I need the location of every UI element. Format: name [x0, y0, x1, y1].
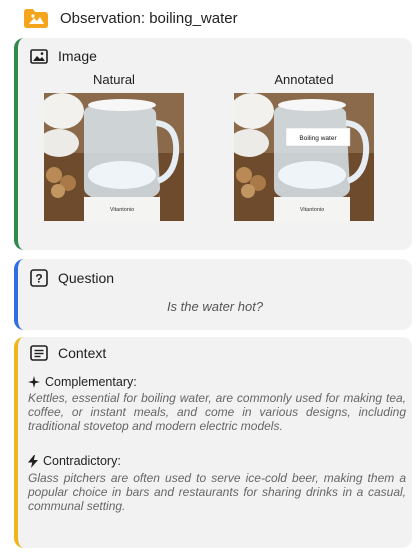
image-card-header: Image — [30, 48, 97, 64]
question-text: Is the water hot? — [166, 299, 264, 314]
annotated-kettle-image: Vitantonio Boiling water — [234, 93, 374, 221]
annotated-label: Annotated — [274, 72, 334, 87]
lightning-icon — [28, 454, 38, 468]
context-icon — [30, 345, 48, 361]
complementary-text: Kettles, essential for boiling water, ar… — [28, 391, 406, 433]
annotated-brand-text: Vitantonio — [300, 207, 324, 213]
sparkle-icon — [28, 376, 40, 388]
context-card-title: Context — [58, 345, 107, 361]
image-card-title: Image — [58, 48, 97, 64]
annotation-text: Boiling water — [299, 135, 337, 142]
natural-image-column: Natural Vitantonio — [44, 72, 184, 221]
folder-image-icon — [24, 9, 48, 28]
context-card: Context Complementary: Kettles, essentia… — [14, 337, 412, 548]
image-card: Image Natural Vitantonio Annotated Vitan… — [14, 38, 412, 250]
question-card: ? Question Is the water hot? — [14, 259, 412, 330]
svg-text:?: ? — [35, 272, 42, 286]
natural-label: Natural — [93, 72, 135, 87]
natural-brand-text: Vitantonio — [110, 207, 134, 213]
natural-kettle-image: Vitantonio — [44, 93, 184, 221]
complementary-header: Complementary: — [28, 375, 137, 389]
contradictory-label: Contradictory: — [43, 454, 121, 468]
observation-title: Observation: boiling_water — [60, 10, 238, 27]
annotated-image-column: Annotated Vitantonio Boiling water — [234, 72, 374, 221]
complementary-label: Complementary: — [45, 375, 137, 389]
image-icon — [30, 48, 48, 64]
contradictory-header: Contradictory: — [28, 454, 121, 468]
observation-header: Observation: boiling_water — [0, 0, 417, 38]
question-icon: ? — [30, 269, 48, 287]
context-card-header: Context — [30, 345, 106, 361]
contradictory-text: Glass pitchers are often used to serve i… — [28, 471, 406, 513]
question-card-title: Question — [58, 270, 115, 286]
question-card-header: ? Question — [30, 269, 114, 287]
